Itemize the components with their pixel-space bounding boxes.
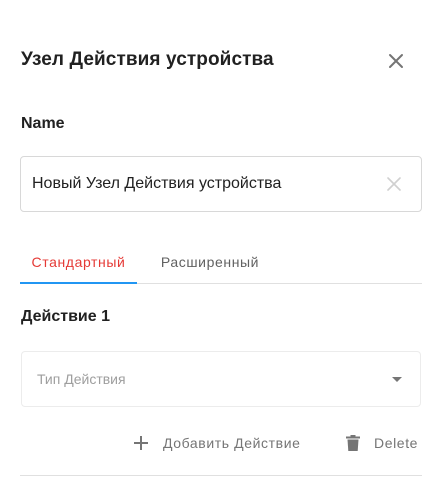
action-type-placeholder: Тип Действия (37, 371, 126, 387)
add-action-label: Добавить Действие (163, 435, 301, 451)
close-icon (389, 54, 403, 68)
plus-icon (134, 436, 148, 450)
name-label: Name (21, 115, 65, 132)
trash-icon (346, 435, 360, 451)
delete-action-button[interactable]: Delete (346, 428, 418, 458)
name-input[interactable] (32, 157, 372, 211)
action-heading: Действие 1 (21, 308, 110, 325)
clear-name-button[interactable] (384, 174, 404, 194)
tab-standard[interactable]: Стандартный (20, 240, 137, 283)
dropdown-arrow-icon (392, 377, 402, 382)
device-action-node-dialog: Узел Действия устройства Name Стандартны… (0, 0, 446, 479)
add-action-button[interactable]: Добавить Действие (133, 428, 301, 458)
action-type-select[interactable]: Тип Действия (21, 351, 421, 407)
active-tab-indicator (20, 282, 137, 284)
delete-action-label: Delete (374, 435, 419, 451)
dialog-title: Узел Действия устройства (21, 49, 274, 70)
clear-icon (387, 177, 401, 191)
divider (20, 475, 422, 476)
tab-advanced[interactable]: Расширенный (150, 240, 270, 283)
close-button[interactable] (382, 47, 410, 75)
tab-bar: Стандартный Расширенный (20, 240, 422, 284)
name-field (20, 156, 422, 212)
